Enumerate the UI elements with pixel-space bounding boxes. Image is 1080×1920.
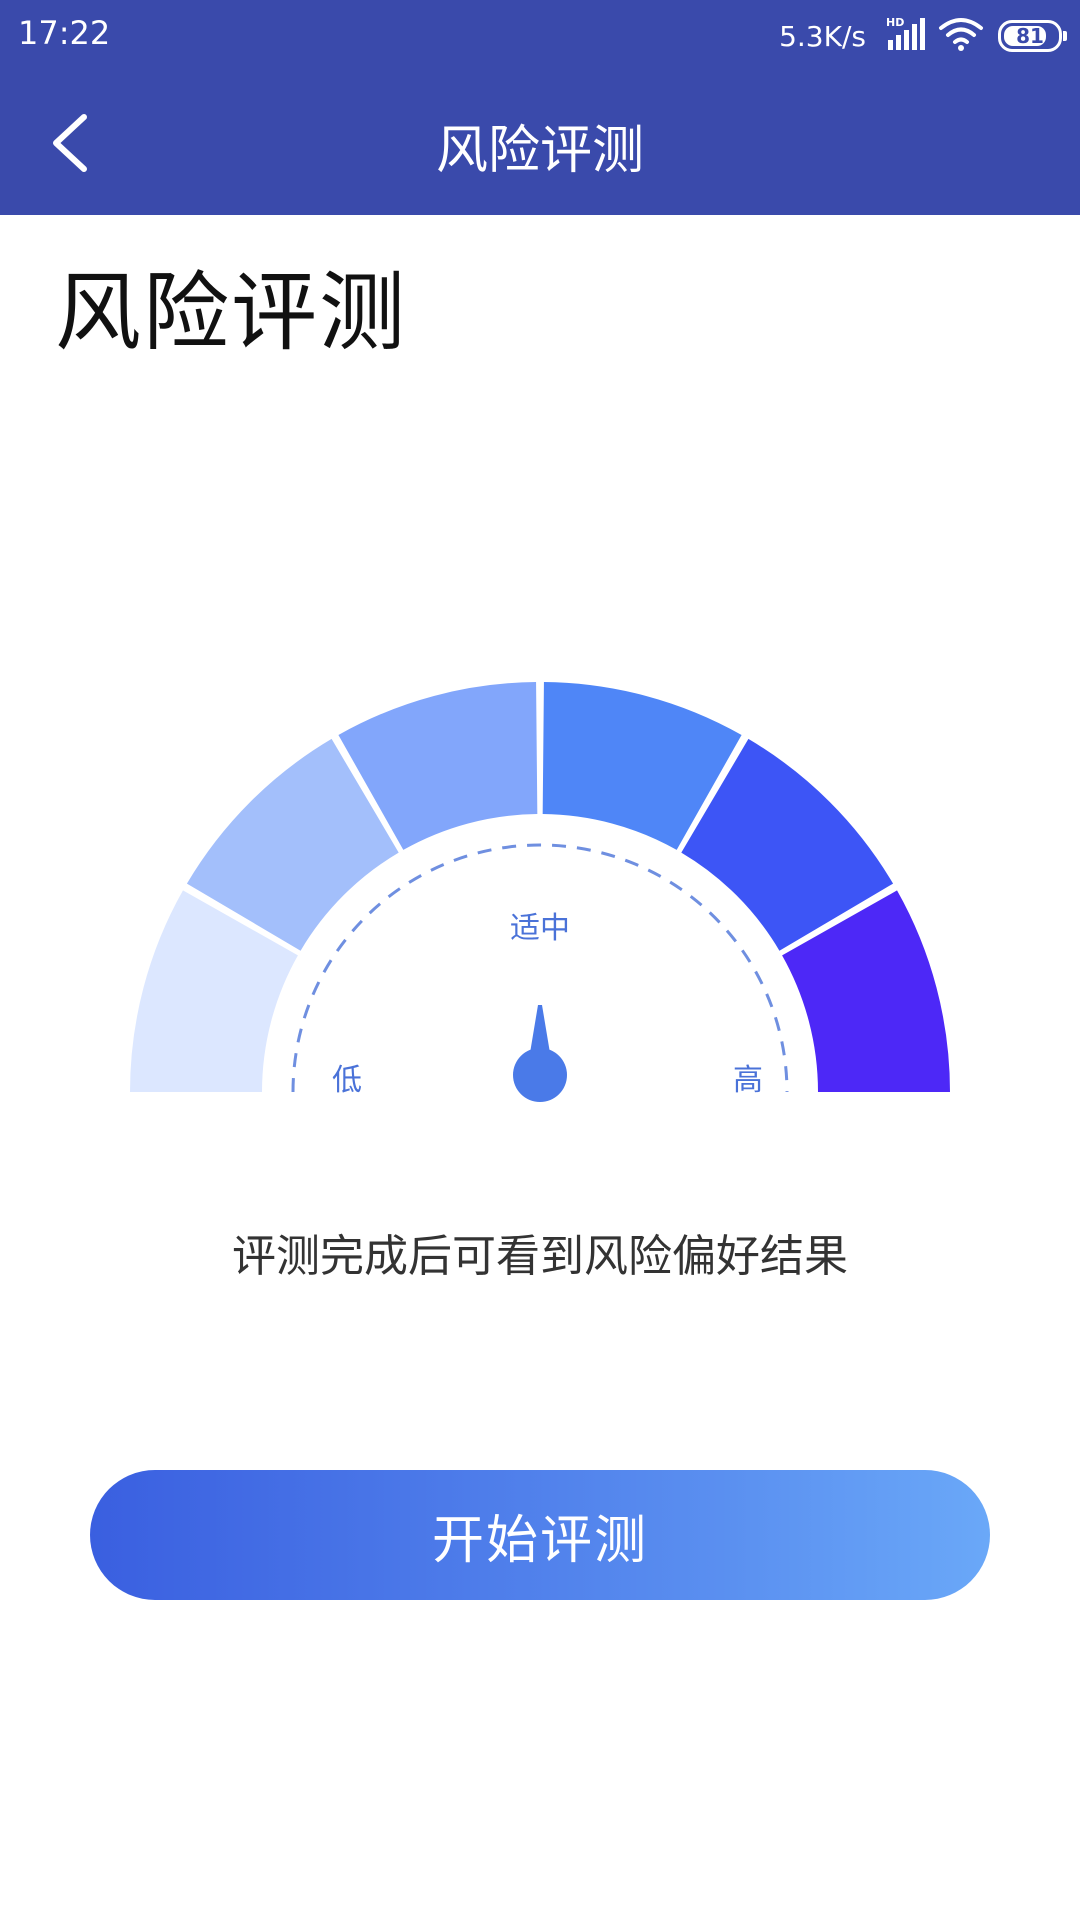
gauge-needle-hub — [513, 1048, 567, 1102]
net-speed: 5.3K/s — [779, 19, 866, 53]
page-title: 风险评测 — [55, 263, 407, 363]
gauge-needle-icon — [513, 1005, 567, 1102]
gauge-label-mid: 适中 — [510, 911, 570, 946]
battery-icon: 81 — [998, 20, 1067, 52]
status-indicators: 5.3K/s HD 81 — [779, 12, 1067, 60]
start-assessment-button[interactable]: 开始评测 — [90, 1470, 990, 1600]
status-bar: 17:22 5.3K/s HD 81 — [0, 0, 1080, 72]
risk-gauge: 低 适中 高 — [130, 682, 950, 1102]
battery-tip — [1063, 31, 1067, 41]
status-time: 17:22 — [18, 14, 111, 52]
wifi-icon — [938, 16, 984, 56]
app-bar: 17:22 5.3K/s HD 81 风险评测 — [0, 0, 1080, 215]
result-hint: 评测完成后可看到风险偏好结果 — [232, 1231, 848, 1282]
signal-icon: HD — [884, 16, 928, 56]
gauge-label-high: 高 — [733, 1063, 763, 1098]
nav-title: 风险评测 — [435, 121, 644, 181]
network-type-label: HD — [886, 16, 904, 29]
battery-level: 81 — [1016, 24, 1044, 48]
gauge-label-low: 低 — [332, 1063, 362, 1098]
